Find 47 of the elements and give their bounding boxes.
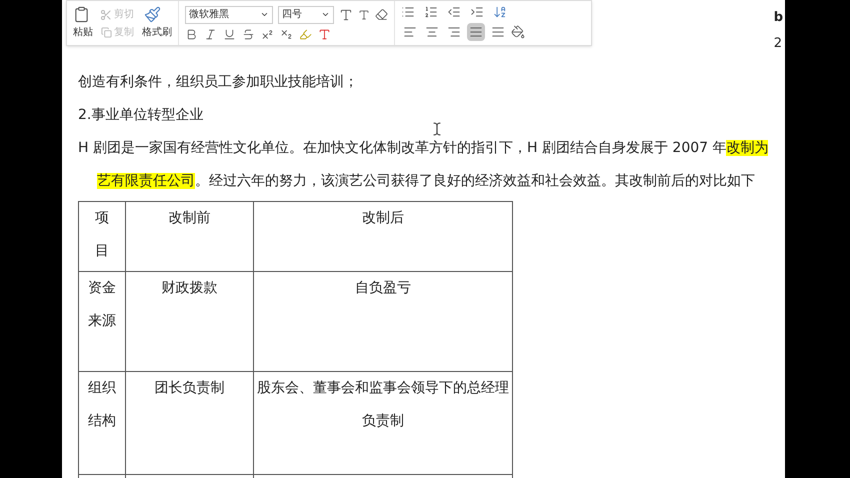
font-size-dropdown[interactable]: 四号 [278,6,334,24]
underline-icon[interactable] [223,28,236,40]
table-cell: 财政拨款 [162,280,218,296]
shading-icon[interactable] [511,25,525,39]
superscript-icon[interactable] [261,28,274,40]
strikethrough-icon[interactable] [242,28,255,40]
align-icon [425,25,439,39]
side-text: b [774,9,783,27]
chevron-down-icon [321,10,330,19]
copy-icon [101,27,112,38]
italic-icon[interactable] [204,28,217,40]
subscript-icon[interactable] [280,28,293,40]
font-color-icon[interactable] [318,28,331,40]
table-cell: 团长负责制 [154,380,224,396]
align-icon [469,25,483,39]
font-family-dropdown[interactable]: 微软雅黑 [185,6,273,24]
chevron-down-icon [260,10,269,19]
indent-icon[interactable] [470,5,484,19]
table-cell-text: 组织结构 [87,379,117,431]
align-icon [447,25,461,39]
bold-icon[interactable] [185,28,198,40]
column-header: 改制后 [362,210,404,226]
align-icon [491,25,505,39]
side-text: 2 [774,34,783,52]
format-painter-button[interactable]: 格式刷 [142,25,172,40]
align-button[interactable] [467,23,485,41]
paste-button[interactable]: 粘贴 [73,25,93,40]
column-header: 改制前 [168,210,210,226]
paragraph-text: 。经过六年的努力，该演艺公司获得了良好的经济效益和社会效益。其改制前后的对比如下 [195,173,755,189]
paste-icon[interactable] [73,6,90,23]
numbered-list-icon[interactable] [424,5,438,19]
align-icon [403,25,417,39]
format-painter-icon[interactable] [144,6,161,23]
table-cell: 自负盈亏 [355,280,411,296]
paragraph-text: 创造有利条件，组织员工参加职业技能培训； [78,74,358,90]
outdent-icon[interactable] [447,5,461,19]
paragraph-text: H 剧团是一家国有经营性文化单位。在加快文化体制改革方针的指引下，H 剧团结合自身发展于 2007 年 [78,140,726,156]
highlighted-text: 艺有限责任公司 [97,173,195,189]
sort-icon[interactable] [493,5,507,19]
eraser-icon[interactable] [375,8,388,21]
column-header: 项目 [94,209,110,261]
table-cell-text: 资金来源 [87,279,117,331]
highlighter-icon[interactable] [299,28,312,40]
scissors-icon [100,8,112,20]
table-cell: 股东会、董事会和监事会领导下的总经理负责制 [257,380,509,429]
paragraph-text: 2.事业单位转型企业 [78,107,204,123]
highlighted-text: 改制为 [726,140,768,156]
